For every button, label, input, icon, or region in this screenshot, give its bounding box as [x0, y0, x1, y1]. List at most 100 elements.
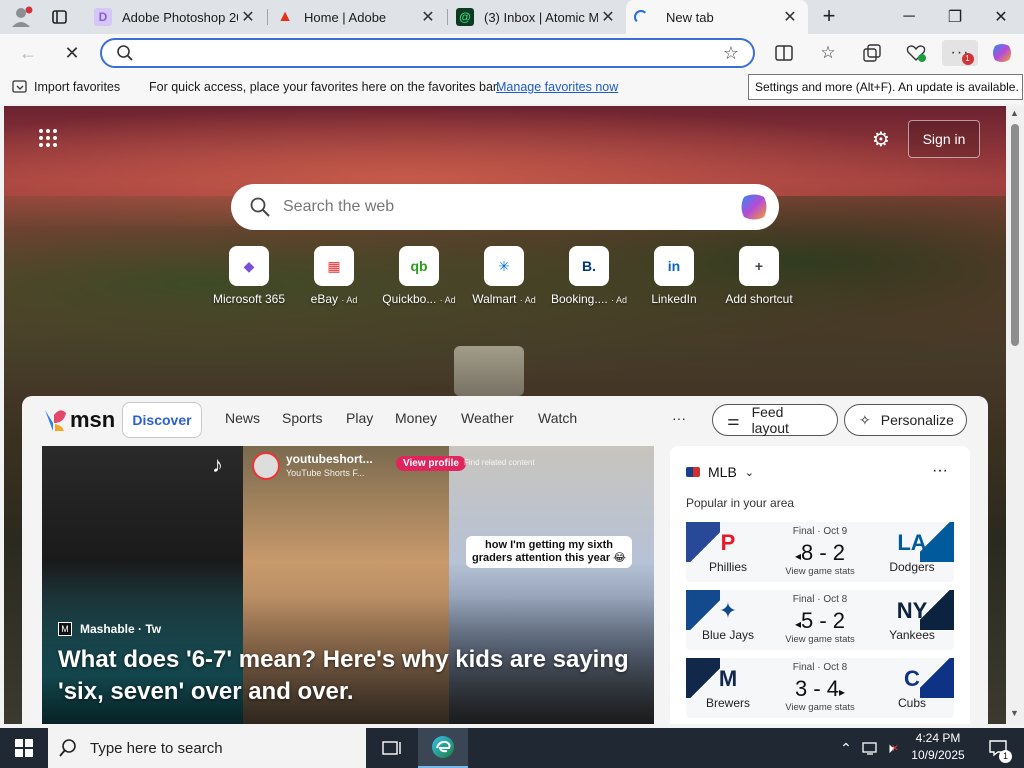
close-tab-icon[interactable]: ✕ — [418, 7, 438, 27]
brewers-logo-icon: M — [718, 666, 738, 691]
team-name: Cubs — [897, 696, 926, 710]
mlb-more-icon[interactable]: ··· — [932, 462, 948, 480]
favorites-icon[interactable]: ☆ — [814, 40, 842, 66]
tab-new-tab[interactable]: New tab ✕ — [626, 0, 808, 34]
tab-title: (3) Inbox | Atomic Mail — [484, 9, 598, 25]
tab-sports[interactable]: Sports — [282, 410, 322, 426]
tab-actions-icon[interactable] — [50, 8, 70, 26]
address-bar[interactable]: ☆ — [100, 38, 755, 68]
task-view-icon[interactable] — [370, 728, 414, 768]
mlb-header[interactable]: MLB ⌄ — [686, 464, 754, 480]
network-icon[interactable] — [860, 728, 880, 768]
volume-muted-icon[interactable]: 🕨 ✕ — [882, 728, 902, 768]
view-game-stats-link[interactable]: View game stats — [770, 702, 870, 713]
game-row[interactable]: M C Brewers Cubs Final · Oct 83 - 4▸ View gam… — [686, 658, 954, 718]
tab-watch[interactable]: Watch — [538, 410, 577, 426]
ad-label: · Ad — [341, 295, 358, 305]
browser-essentials-icon[interactable] — [902, 40, 930, 66]
settings-more-button[interactable]: ··· 1 — [942, 40, 978, 66]
page-settings-gear-icon[interactable]: ⚙ — [870, 128, 892, 151]
new-tab-button[interactable]: + — [816, 5, 842, 29]
sign-in-button[interactable]: Sign in — [908, 120, 980, 158]
web-search-box[interactable]: Search the web — [231, 184, 779, 230]
loading-spinner-icon — [634, 10, 648, 24]
hero-news-card[interactable]: ♪ youtubeshort... YouTube Shorts F... Vi… — [42, 446, 654, 724]
hero-headline[interactable]: What does '6-7' mean? Here's why kids ar… — [58, 644, 638, 708]
start-button[interactable] — [0, 728, 48, 768]
shortcut-label: LinkedIn — [651, 292, 697, 306]
copilot-search-icon[interactable] — [739, 192, 769, 227]
msn-logo[interactable]: msn — [42, 406, 115, 434]
split-screen-icon[interactable] — [770, 40, 798, 66]
collections-icon[interactable] — [858, 40, 886, 66]
shortcut-label: Microsoft 365 — [212, 292, 286, 306]
personalize-label: Personalize — [880, 412, 954, 428]
shortcut-quickbo[interactable]: qb Quickbo... · Ad — [376, 246, 462, 306]
clock-date: 10/9/2025 — [911, 748, 965, 762]
profile-icon[interactable] — [10, 6, 34, 28]
view-profile-badge: View profile — [396, 456, 466, 471]
tab-adobe-home[interactable]: ▲ Home | Adobe ✕ — [268, 0, 446, 34]
scroll-thumb[interactable] — [1011, 124, 1019, 346]
search-icon — [116, 44, 134, 67]
windows-logo-icon — [15, 739, 33, 757]
new-tab-page: ⚙ Sign in Search the web msn Discover Ne… — [4, 106, 1006, 724]
stop-loading-icon[interactable]: ✕ — [58, 40, 86, 66]
tab-discover[interactable]: Discover — [122, 402, 202, 438]
tab-play[interactable]: Play — [346, 410, 373, 426]
tab-weather[interactable]: Weather — [461, 410, 514, 426]
shortcut-microsoft-365[interactable]: ◆ Microsoft 365 — [206, 246, 292, 306]
personalize-button[interactable]: ✧ Personalize — [844, 404, 967, 436]
adobe-favicon-icon: ▲ — [277, 8, 293, 25]
scroll-down-arrow-icon[interactable]: ▼ — [1010, 708, 1019, 718]
tab-money[interactable]: Money — [395, 410, 437, 426]
notification-count-badge: 1 — [999, 750, 1012, 763]
back-icon[interactable]: ← — [14, 40, 42, 66]
copilot-icon[interactable] — [988, 40, 1016, 66]
mlb-scores-card: MLB ⌄ ··· Popular in your area P LA Philli… — [670, 446, 970, 724]
taskbar-search-placeholder: Type here to search — [90, 739, 223, 757]
msn-butterfly-icon — [45, 410, 66, 431]
channel-name: youtubeshort... — [286, 452, 373, 466]
page-scrollbar[interactable]: ▲ ▼ — [1006, 106, 1024, 724]
more-tabs-icon[interactable]: ··· — [672, 410, 686, 426]
game-row[interactable]: ✦ NY Blue Jays Yankees Final · Oct 8 ◂5 - 2 Vi… — [686, 590, 954, 650]
tab-title: Home | Adobe — [304, 9, 387, 25]
game-row[interactable]: P LA Phillies Dodgers Final · Oct 9 ◂8 - 2 Vie… — [686, 522, 954, 582]
update-badge: 1 — [962, 53, 974, 65]
close-window-button[interactable]: ✕ — [978, 0, 1024, 34]
apps-launcher-icon[interactable] — [38, 128, 58, 148]
import-favorites-icon[interactable] — [12, 80, 28, 97]
feed-layout-button[interactable]: ⚌ Feed layout — [712, 404, 838, 436]
windows-taskbar: Type here to search ⌃ 🕨 ✕ 4:24 PM 10/9/20… — [0, 728, 1024, 768]
feed-layout-label: Feed layout — [751, 404, 789, 436]
import-favorites-link[interactable]: Import favorites — [34, 80, 120, 94]
m365-icon: ◆ — [229, 246, 269, 286]
shortcut-linkedin[interactable]: in LinkedIn — [631, 246, 717, 306]
scroll-up-arrow-icon[interactable]: ▲ — [1010, 108, 1019, 118]
msn-feed-panel: msn Discover News Sports Play Money Weat… — [22, 396, 988, 724]
close-tab-icon[interactable]: ✕ — [780, 7, 800, 27]
favorite-star-icon[interactable]: ☆ — [723, 43, 739, 64]
close-tab-icon[interactable]: ✕ — [598, 7, 618, 27]
tab-news[interactable]: News — [225, 410, 260, 426]
linkedin-icon: in — [654, 246, 694, 286]
shortcut-ebay[interactable]: ▦ eBay · Ad — [291, 246, 377, 306]
show-hidden-icons-chevron[interactable]: ⌃ — [836, 728, 856, 768]
close-tab-icon[interactable]: ✕ — [238, 7, 258, 27]
taskbar-search-box[interactable]: Type here to search — [48, 728, 366, 768]
tab-photoshop[interactable]: D Adobe Photoshop 202 ✕ — [86, 0, 266, 34]
shortcut-add-shortcut[interactable]: + Add shortcut — [716, 246, 802, 306]
system-clock[interactable]: 4:24 PM 10/9/2025 — [902, 730, 974, 766]
tab-atomic-mail[interactable]: @ (3) Inbox | Atomic Mail ✕ — [448, 0, 626, 34]
shortcut-walmart[interactable]: ✳ Walmart · Ad — [461, 246, 547, 306]
view-game-stats-link[interactable]: View game stats — [770, 634, 870, 645]
minimize-button[interactable]: ─ — [886, 0, 932, 34]
quickbooks-icon: qb — [399, 246, 439, 286]
restore-button[interactable]: ❐ — [932, 0, 978, 34]
manage-favorites-link[interactable]: Manage favorites now — [496, 80, 618, 94]
view-game-stats-link[interactable]: View game stats — [770, 566, 870, 577]
shortcut-booking[interactable]: B. Booking.... · Ad — [546, 246, 632, 306]
action-center-icon[interactable]: 1 — [978, 728, 1018, 768]
edge-taskbar-icon[interactable] — [418, 728, 468, 768]
